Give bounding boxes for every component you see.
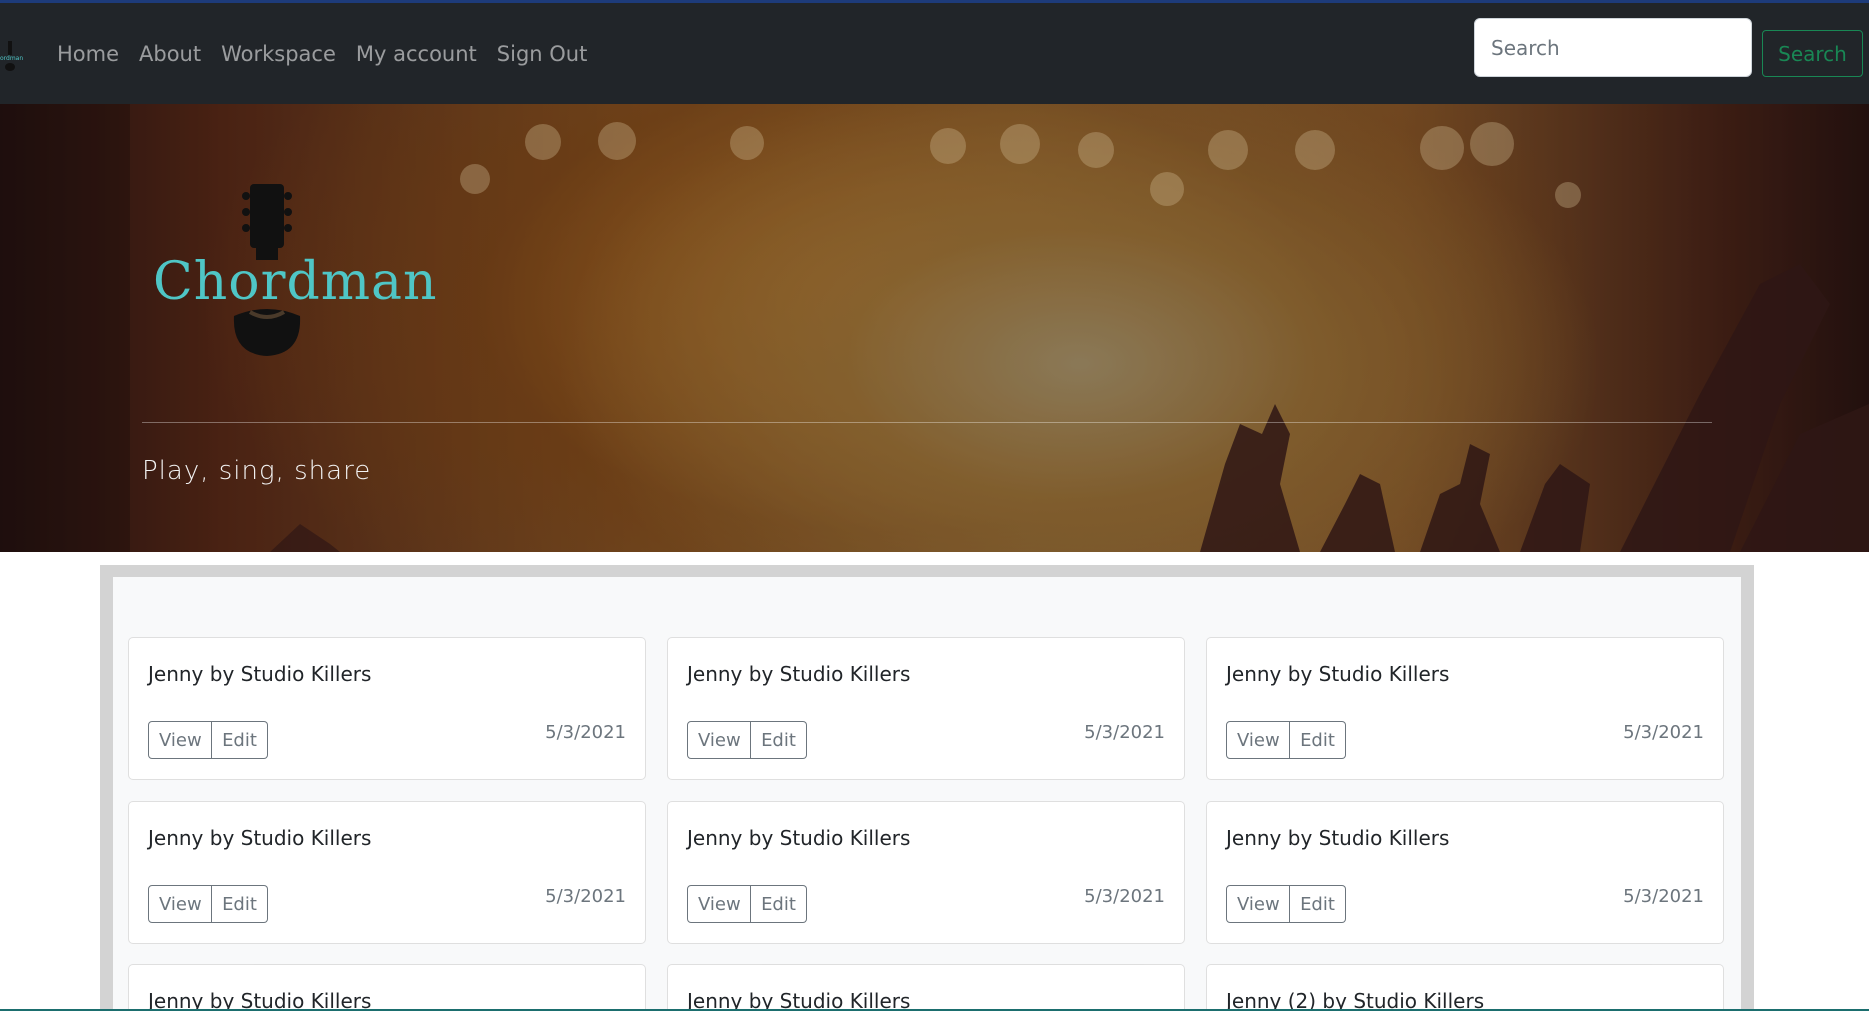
edit-button[interactable]: Edit xyxy=(1290,885,1346,923)
song-title: Jenny by Studio Killers xyxy=(148,989,372,1011)
song-card: Jenny by Studio Killers xyxy=(667,964,1185,1011)
edit-button[interactable]: Edit xyxy=(212,885,268,923)
nav-link-workspace[interactable]: Workspace xyxy=(211,42,346,66)
card-button-group: View Edit xyxy=(687,885,807,923)
search-button[interactable]: Search xyxy=(1762,30,1863,77)
search-input[interactable] xyxy=(1474,18,1752,77)
card-button-group: View Edit xyxy=(1226,885,1346,923)
song-card: Jenny by Studio Killers View Edit 5/3/20… xyxy=(128,637,646,780)
nav-link-about[interactable]: About xyxy=(129,42,211,66)
song-card: Jenny by Studio Killers View Edit 5/3/20… xyxy=(128,801,646,944)
song-card: Jenny (2) by Studio Killers xyxy=(1206,964,1724,1011)
view-button[interactable]: View xyxy=(687,721,751,759)
card-button-group: View Edit xyxy=(1226,721,1346,759)
view-button[interactable]: View xyxy=(1226,721,1290,759)
view-button[interactable]: View xyxy=(1226,885,1290,923)
hero-banner: Chordman Play, sing, share xyxy=(0,104,1869,552)
song-card: Jenny by Studio Killers View Edit 5/3/20… xyxy=(667,801,1185,944)
nav-link-sign-out[interactable]: Sign Out xyxy=(487,42,598,66)
song-date: 5/3/2021 xyxy=(1084,722,1165,743)
song-title: Jenny by Studio Killers xyxy=(1226,826,1450,850)
song-title: Jenny by Studio Killers xyxy=(1226,662,1450,686)
song-card: Jenny by Studio Killers View Edit 5/3/20… xyxy=(1206,801,1724,944)
nav-links: Home About Workspace My account Sign Out xyxy=(57,3,597,104)
song-title: Jenny by Studio Killers xyxy=(687,826,911,850)
edit-button[interactable]: Edit xyxy=(751,721,807,759)
song-date: 5/3/2021 xyxy=(1623,722,1704,743)
edit-button[interactable]: Edit xyxy=(751,885,807,923)
song-title: Jenny by Studio Killers xyxy=(148,662,372,686)
hero-divider xyxy=(142,422,1712,423)
logo-text: Chordman xyxy=(153,252,438,312)
song-date: 5/3/2021 xyxy=(1084,886,1165,907)
edit-button[interactable]: Edit xyxy=(212,721,268,759)
card-button-group: View Edit xyxy=(687,721,807,759)
view-button[interactable]: View xyxy=(148,885,212,923)
view-button[interactable]: View xyxy=(687,885,751,923)
navbar: ordman Home About Workspace My account S… xyxy=(0,3,1869,104)
song-title: Jenny by Studio Killers xyxy=(148,826,372,850)
song-date: 5/3/2021 xyxy=(545,886,626,907)
song-date: 5/3/2021 xyxy=(545,722,626,743)
song-title: Jenny (2) by Studio Killers xyxy=(1226,989,1485,1011)
hero-tagline: Play, sing, share xyxy=(142,456,372,486)
song-title: Jenny by Studio Killers xyxy=(687,989,911,1011)
song-date: 5/3/2021 xyxy=(1623,886,1704,907)
view-button[interactable]: View xyxy=(148,721,212,759)
edit-button[interactable]: Edit xyxy=(1290,721,1346,759)
svg-text:ordman: ordman xyxy=(0,55,23,62)
card-button-group: View Edit xyxy=(148,885,268,923)
nav-link-home[interactable]: Home xyxy=(57,42,129,66)
song-card: Jenny by Studio Killers View Edit 5/3/20… xyxy=(667,637,1185,780)
brand-logo-icon[interactable]: ordman xyxy=(0,41,30,73)
song-title: Jenny by Studio Killers xyxy=(687,662,911,686)
card-button-group: View Edit xyxy=(148,721,268,759)
song-card: Jenny by Studio Killers View Edit 5/3/20… xyxy=(1206,637,1724,780)
nav-link-my-account[interactable]: My account xyxy=(346,42,487,66)
song-card: Jenny by Studio Killers xyxy=(128,964,646,1011)
